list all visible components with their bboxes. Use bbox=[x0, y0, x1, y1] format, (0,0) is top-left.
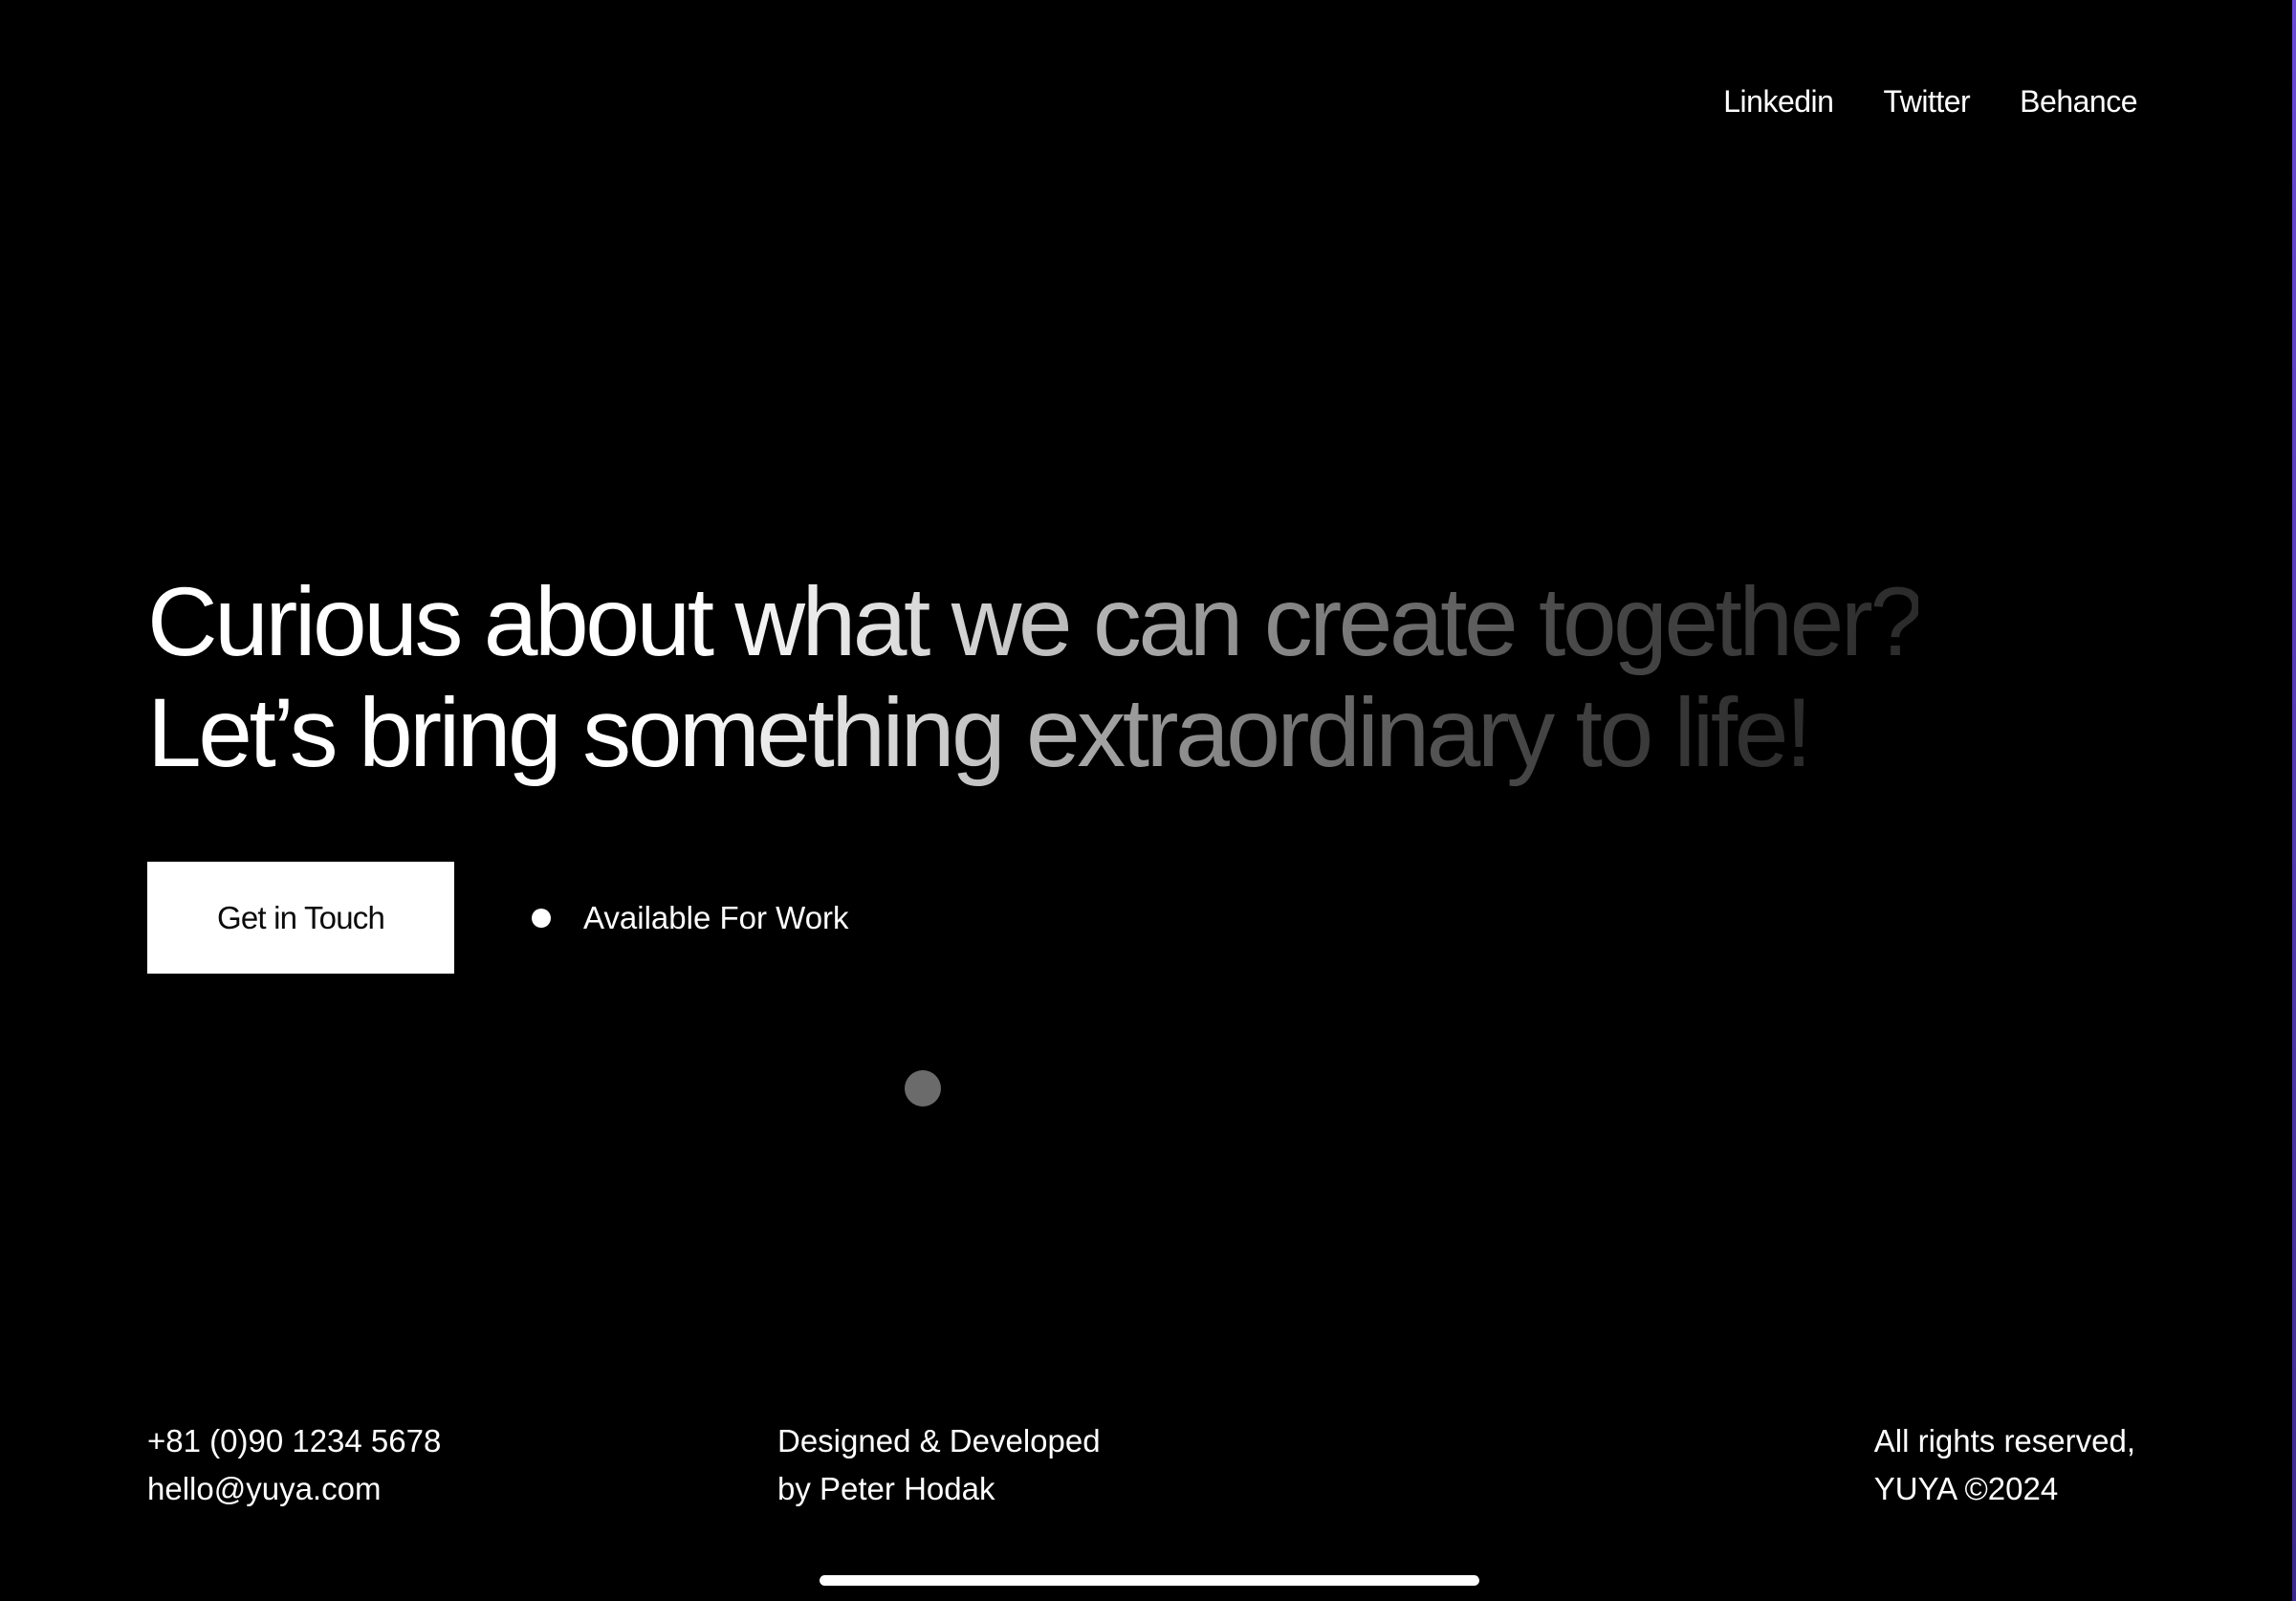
hero-heading: Curious about what we can create togethe… bbox=[147, 566, 2060, 788]
get-in-touch-button[interactable]: Get in Touch bbox=[147, 862, 454, 974]
rights-line-1: All rights reserved, bbox=[1873, 1423, 2135, 1458]
credit-line-2: by Peter Hodak bbox=[777, 1471, 995, 1506]
window-edge-accent bbox=[2292, 0, 2296, 1601]
cta-row: Get in Touch Available For Work bbox=[147, 862, 849, 974]
status-text: Available For Work bbox=[583, 899, 849, 935]
twitter-link[interactable]: Twitter bbox=[1883, 84, 1970, 120]
home-indicator[interactable] bbox=[820, 1575, 1479, 1586]
hero-line-1: Curious about what we can create togethe… bbox=[147, 567, 1924, 676]
credit-line-1: Designed & Developed bbox=[777, 1423, 1101, 1458]
rights-line-2: YUYA ©2024 bbox=[1873, 1471, 2059, 1506]
behance-link[interactable]: Behance bbox=[2020, 84, 2137, 120]
footer-rights: All rights reserved, YUYA ©2024 bbox=[1874, 1417, 2135, 1513]
cursor-dot-icon bbox=[905, 1070, 941, 1107]
phone-number[interactable]: +81 (0)90 1234 5678 bbox=[147, 1417, 441, 1465]
hero-line-2: Let’s bring something extraordinary to l… bbox=[147, 678, 1812, 787]
social-nav: Linkedin Twitter Behance bbox=[1723, 84, 2137, 120]
availability-status: Available For Work bbox=[532, 900, 849, 936]
footer-contact: +81 (0)90 1234 5678 hello@yuya.com bbox=[147, 1417, 441, 1513]
email-address[interactable]: hello@yuya.com bbox=[147, 1465, 441, 1513]
status-dot-icon bbox=[532, 908, 551, 928]
footer-credit: Designed & Developed by Peter Hodak bbox=[777, 1417, 1101, 1513]
linkedin-link[interactable]: Linkedin bbox=[1723, 84, 1834, 120]
